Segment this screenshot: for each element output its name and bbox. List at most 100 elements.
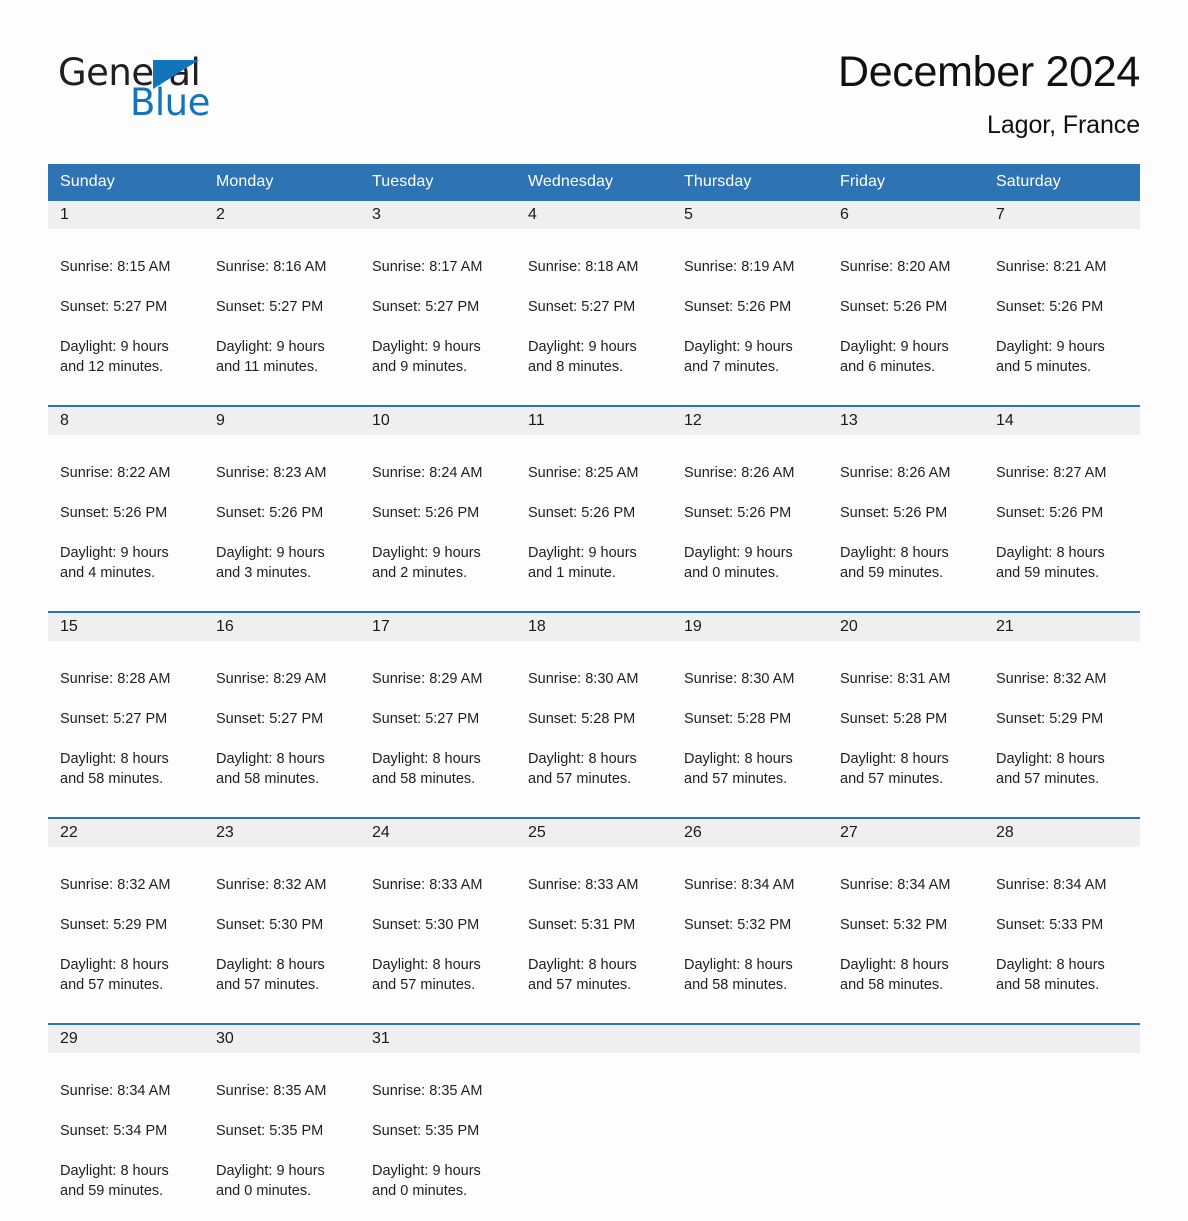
sunset-text: Sunset: 5:35 PM — [216, 1123, 324, 1140]
calendar-day-cell[interactable]: 25 Sunrise: 8:33 AM Sunset: 5:31 PM Dayl… — [516, 819, 672, 1015]
calendar-day-cell[interactable]: 22 Sunrise: 8:32 AM Sunset: 5:29 PM Dayl… — [48, 819, 204, 1015]
calendar-day-cell[interactable]: 10 Sunrise: 8:24 AM Sunset: 5:26 PM Dayl… — [360, 407, 516, 603]
general-blue-logo[interactable]: General Blue — [58, 48, 248, 126]
sunset-text: Sunset: 5:26 PM — [60, 505, 168, 522]
sunset-text: Sunset: 5:30 PM — [372, 917, 480, 934]
calendar-day-cell[interactable]: 6 Sunrise: 8:20 AM Sunset: 5:26 PM Dayli… — [828, 201, 984, 397]
calendar-day-cell[interactable]: 11 Sunrise: 8:25 AM Sunset: 5:26 PM Dayl… — [516, 407, 672, 603]
day-number: 26 — [672, 819, 828, 848]
calendar-day-cell[interactable]: 17 Sunrise: 8:29 AM Sunset: 5:27 PM Dayl… — [360, 613, 516, 809]
day-number: 10 — [360, 407, 516, 436]
day-number: 17 — [360, 613, 516, 642]
calendar-week-row: 15 Sunrise: 8:28 AM Sunset: 5:27 PM Dayl… — [48, 611, 1140, 809]
day-number — [516, 1025, 672, 1054]
sunrise-text: Sunrise: 8:34 AM — [840, 877, 951, 894]
calendar-day-cell[interactable]: 21 Sunrise: 8:32 AM Sunset: 5:29 PM Dayl… — [984, 613, 1140, 809]
sunrise-text: Sunrise: 8:15 AM — [60, 259, 171, 276]
calendar-day-cell[interactable]: 9 Sunrise: 8:23 AM Sunset: 5:26 PM Dayli… — [204, 407, 360, 603]
sunrise-text: Sunrise: 8:32 AM — [216, 877, 327, 894]
calendar-day-cell[interactable]: 3 Sunrise: 8:17 AM Sunset: 5:27 PM Dayli… — [360, 201, 516, 397]
day-number: 4 — [516, 201, 672, 230]
daylight-text: Daylight: 9 hours and 4 minutes. — [60, 545, 169, 582]
daylight-text: Daylight: 9 hours and 6 minutes. — [840, 339, 949, 376]
daylight-text: Daylight: 8 hours and 57 minutes. — [372, 957, 481, 994]
calendar-day-cell[interactable]: 20 Sunrise: 8:31 AM Sunset: 5:28 PM Dayl… — [828, 613, 984, 809]
sunset-text: Sunset: 5:26 PM — [216, 505, 324, 522]
sunset-text: Sunset: 5:33 PM — [996, 917, 1104, 934]
sunset-text: Sunset: 5:28 PM — [684, 711, 792, 728]
day-details: Sunrise: 8:23 AM Sunset: 5:26 PM Dayligh… — [204, 435, 360, 603]
calendar-day-cell[interactable]: 30 Sunrise: 8:35 AM Sunset: 5:35 PM Dayl… — [204, 1025, 360, 1221]
logo-text-blue: Blue — [130, 81, 210, 124]
calendar-day-cell[interactable]: 31 Sunrise: 8:35 AM Sunset: 5:35 PM Dayl… — [360, 1025, 516, 1221]
sunrise-text: Sunrise: 8:35 AM — [372, 1083, 483, 1100]
weekday-header-sunday: Sunday — [60, 173, 115, 191]
sunrise-text: Sunrise: 8:31 AM — [840, 671, 951, 688]
calendar-day-cell[interactable]: 24 Sunrise: 8:33 AM Sunset: 5:30 PM Dayl… — [360, 819, 516, 1015]
daylight-text: Daylight: 9 hours and 7 minutes. — [684, 339, 793, 376]
sunrise-text: Sunrise: 8:19 AM — [684, 259, 795, 276]
sunset-text: Sunset: 5:35 PM — [372, 1123, 480, 1140]
calendar-day-cell[interactable]: 12 Sunrise: 8:26 AM Sunset: 5:26 PM Dayl… — [672, 407, 828, 603]
daylight-text: Daylight: 8 hours and 57 minutes. — [60, 957, 169, 994]
daylight-text: Daylight: 8 hours and 57 minutes. — [528, 751, 637, 788]
title-block: December 2024 Lagor, France — [838, 48, 1140, 140]
sunrise-text: Sunrise: 8:33 AM — [528, 877, 639, 894]
page-subtitle: Lagor, France — [987, 111, 1140, 140]
day-number: 23 — [204, 819, 360, 848]
sunrise-text: Sunrise: 8:16 AM — [216, 259, 327, 276]
sunrise-text: Sunrise: 8:32 AM — [996, 671, 1107, 688]
calendar-week-row: 1 Sunrise: 8:15 AM Sunset: 5:27 PM Dayli… — [48, 201, 1140, 397]
sunset-text: Sunset: 5:27 PM — [60, 299, 168, 316]
daylight-text: Daylight: 8 hours and 58 minutes. — [840, 957, 949, 994]
sunset-text: Sunset: 5:26 PM — [840, 505, 948, 522]
weekday-header-friday: Friday — [840, 173, 886, 191]
day-details: Sunrise: 8:24 AM Sunset: 5:26 PM Dayligh… — [360, 435, 516, 603]
calendar-day-cell[interactable]: 2 Sunrise: 8:16 AM Sunset: 5:27 PM Dayli… — [204, 201, 360, 397]
calendar-day-cell[interactable]: 8 Sunrise: 8:22 AM Sunset: 5:26 PM Dayli… — [48, 407, 204, 603]
daylight-text: Daylight: 9 hours and 3 minutes. — [216, 545, 325, 582]
weekday-header-tuesday: Tuesday — [372, 173, 434, 191]
calendar-day-cell[interactable]: 7 Sunrise: 8:21 AM Sunset: 5:26 PM Dayli… — [984, 201, 1140, 397]
daylight-text: Daylight: 8 hours and 58 minutes. — [996, 957, 1105, 994]
sunrise-text: Sunrise: 8:25 AM — [528, 465, 639, 482]
day-details: Sunrise: 8:35 AM Sunset: 5:35 PM Dayligh… — [360, 1053, 516, 1221]
calendar-day-cell[interactable]: 19 Sunrise: 8:30 AM Sunset: 5:28 PM Dayl… — [672, 613, 828, 809]
sunset-text: Sunset: 5:30 PM — [216, 917, 324, 934]
day-number — [828, 1025, 984, 1054]
day-number: 7 — [984, 201, 1140, 230]
sunset-text: Sunset: 5:32 PM — [840, 917, 948, 934]
calendar-day-cell[interactable]: 28 Sunrise: 8:34 AM Sunset: 5:33 PM Dayl… — [984, 819, 1140, 1015]
day-number: 15 — [48, 613, 204, 642]
calendar-day-cell[interactable]: 15 Sunrise: 8:28 AM Sunset: 5:27 PM Dayl… — [48, 613, 204, 809]
calendar-day-cell[interactable]: 4 Sunrise: 8:18 AM Sunset: 5:27 PM Dayli… — [516, 201, 672, 397]
calendar-day-cell[interactable]: 23 Sunrise: 8:32 AM Sunset: 5:30 PM Dayl… — [204, 819, 360, 1015]
calendar-day-cell[interactable]: 13 Sunrise: 8:26 AM Sunset: 5:26 PM Dayl… — [828, 407, 984, 603]
daylight-text: Daylight: 9 hours and 0 minutes. — [684, 545, 793, 582]
day-number: 8 — [48, 407, 204, 436]
sunrise-text: Sunrise: 8:26 AM — [840, 465, 951, 482]
day-details: Sunrise: 8:32 AM Sunset: 5:29 PM Dayligh… — [48, 847, 204, 1015]
sunrise-text: Sunrise: 8:33 AM — [372, 877, 483, 894]
calendar-day-cell[interactable]: 16 Sunrise: 8:29 AM Sunset: 5:27 PM Dayl… — [204, 613, 360, 809]
sunrise-text: Sunrise: 8:26 AM — [684, 465, 795, 482]
day-number: 2 — [204, 201, 360, 230]
day-number: 9 — [204, 407, 360, 436]
day-details: Sunrise: 8:28 AM Sunset: 5:27 PM Dayligh… — [48, 641, 204, 809]
calendar-day-cell[interactable]: 27 Sunrise: 8:34 AM Sunset: 5:32 PM Dayl… — [828, 819, 984, 1015]
sunset-text: Sunset: 5:27 PM — [528, 299, 636, 316]
calendar-day-cell[interactable]: 18 Sunrise: 8:30 AM Sunset: 5:28 PM Dayl… — [516, 613, 672, 809]
calendar-day-cell[interactable]: 5 Sunrise: 8:19 AM Sunset: 5:26 PM Dayli… — [672, 201, 828, 397]
daylight-text: Daylight: 9 hours and 5 minutes. — [996, 339, 1105, 376]
calendar-day-cell[interactable]: 1 Sunrise: 8:15 AM Sunset: 5:27 PM Dayli… — [48, 201, 204, 397]
calendar-day-cell[interactable]: 26 Sunrise: 8:34 AM Sunset: 5:32 PM Dayl… — [672, 819, 828, 1015]
calendar-day-cell[interactable]: 14 Sunrise: 8:27 AM Sunset: 5:26 PM Dayl… — [984, 407, 1140, 603]
day-number: 20 — [828, 613, 984, 642]
page-header: General Blue December 2024 Lagor, France — [0, 0, 1188, 140]
daylight-text: Daylight: 8 hours and 58 minutes. — [216, 751, 325, 788]
day-details: Sunrise: 8:27 AM Sunset: 5:26 PM Dayligh… — [984, 435, 1140, 603]
day-number: 11 — [516, 407, 672, 436]
calendar-day-cell[interactable]: 29 Sunrise: 8:34 AM Sunset: 5:34 PM Dayl… — [48, 1025, 204, 1221]
day-number: 6 — [828, 201, 984, 230]
weekday-header-row: Sunday Monday Tuesday Wednesday Thursday… — [48, 164, 1140, 202]
